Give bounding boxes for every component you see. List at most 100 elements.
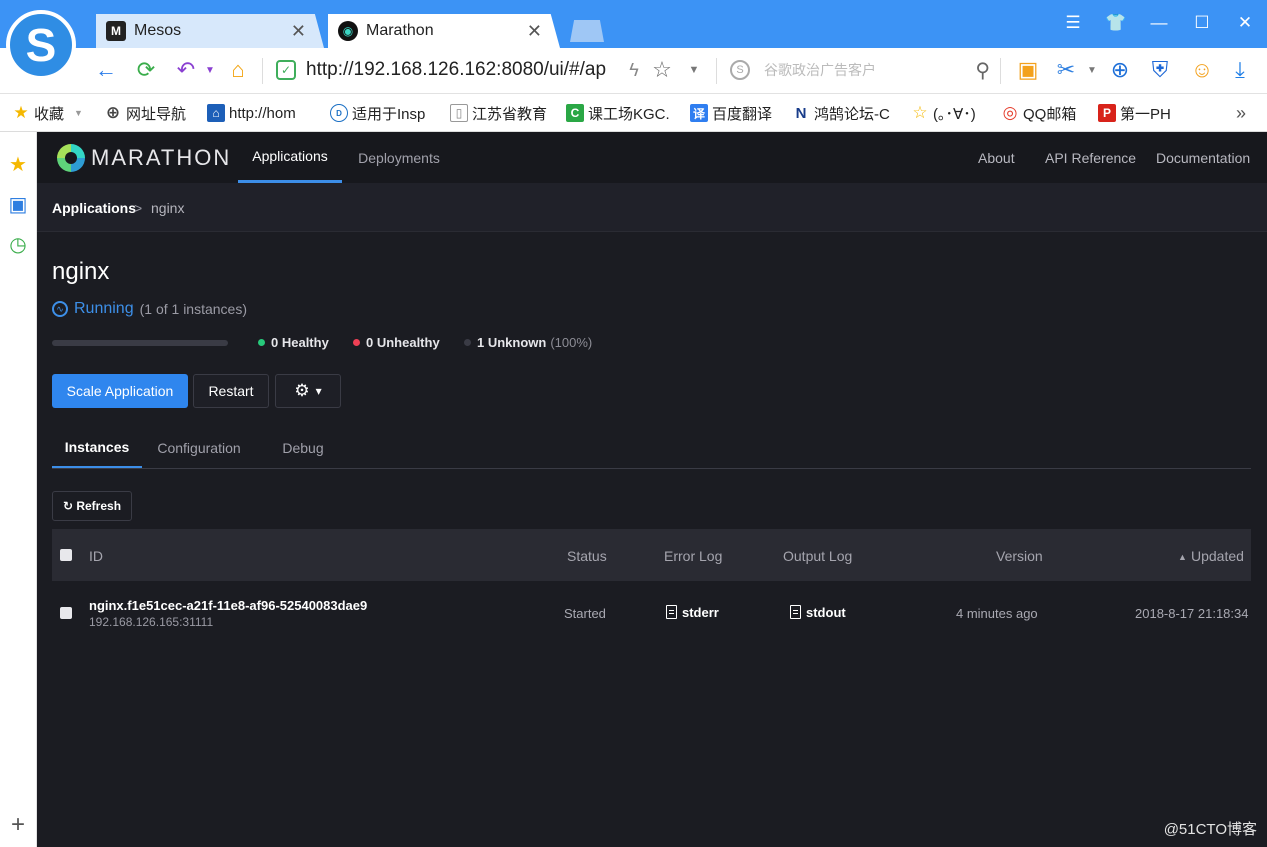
screenshot-icon[interactable]: ▣ [1014, 56, 1042, 84]
bookmark-item[interactable]: C 课工场KGC. [566, 103, 670, 123]
bookmarks-more-icon[interactable]: » [1236, 103, 1246, 123]
bookmark-label: 收藏 [34, 105, 65, 123]
divider [716, 58, 717, 84]
column-status[interactable]: Status [567, 548, 607, 564]
add-icon[interactable]: + [6, 811, 30, 838]
bookmark-item[interactable]: ▯ 江苏省教育 [450, 103, 547, 123]
row-checkbox[interactable] [60, 607, 72, 619]
stderr-label: stderr [682, 605, 719, 620]
home-icon[interactable]: ⌂ [224, 56, 252, 84]
star-outline-icon: ☆ [912, 103, 928, 122]
bookmark-item[interactable]: ⌂ http://hom [207, 103, 296, 123]
watermark: @51CTO博客 [1163, 821, 1257, 838]
scissors-icon[interactable]: ✂ [1052, 56, 1080, 84]
column-error-log[interactable]: Error Log [664, 548, 722, 564]
api-reference-link[interactable]: API Reference [1045, 150, 1136, 166]
tab-marathon[interactable]: ◉ Marathon ✕ [328, 14, 560, 48]
search-box[interactable]: S 谷歌政治广告客户 ⚲ [726, 54, 998, 86]
bookmark-label: 百度翻译 [712, 105, 773, 123]
running-icon: ∿ [52, 301, 68, 317]
column-updated[interactable]: Updated [1191, 548, 1244, 564]
restart-button[interactable]: Restart [193, 374, 269, 408]
bookmark-item[interactable]: ⊕ 网址导航 [104, 103, 186, 123]
marathon-favicon-icon: ◉ [338, 21, 358, 41]
bookmark-item[interactable]: ◎ QQ邮箱 [1001, 103, 1077, 123]
scissors-dropdown-icon[interactable]: ▼ [1078, 56, 1106, 84]
close-tab-icon[interactable]: ✕ [527, 21, 542, 42]
scale-application-button[interactable]: Scale Application [52, 374, 188, 408]
gear-icon: ⚙ [294, 381, 310, 400]
close-icon[interactable]: ✕ [1230, 10, 1260, 36]
lightning-icon[interactable]: ϟ [620, 56, 648, 84]
tab-debug[interactable]: Debug [273, 427, 333, 469]
back-icon[interactable]: ← [92, 56, 120, 84]
skin-icon[interactable]: 👕 [1101, 10, 1131, 36]
dell-icon: D [330, 104, 348, 122]
favorites-star-icon[interactable]: ★ [6, 152, 30, 176]
tab-deployments[interactable]: Deployments [347, 132, 451, 183]
kgc-icon: C [566, 104, 584, 122]
url-text[interactable]: http://192.168.126.162:8080/ui/#/ap [306, 59, 626, 81]
documentation-link[interactable]: Documentation [1156, 150, 1250, 166]
new-tab-button[interactable] [570, 20, 604, 42]
refresh-button[interactable]: ↻ Refresh [52, 491, 132, 521]
bookmark-label: http://hom [229, 104, 296, 122]
instance-id[interactable]: nginx.f1e51cec-a21f-11e8-af96-52540083da… [89, 598, 367, 613]
unknown-percent: (100%) [550, 335, 593, 350]
stdout-link[interactable]: stdout [790, 605, 846, 620]
stderr-link[interactable]: stderr [666, 605, 719, 620]
health-progress-bar [52, 340, 228, 346]
maximize-icon[interactable]: ☐ [1187, 10, 1217, 36]
column-version[interactable]: Version [996, 548, 1043, 564]
search-placeholder[interactable]: 谷歌政治广告客户 [764, 60, 876, 80]
bookmark-item[interactable]: N 鸿鹄论坛-C [792, 103, 890, 123]
bookmark-item[interactable]: P 第一PH [1098, 103, 1171, 123]
smiley-icon[interactable]: ☺ [1188, 56, 1216, 84]
minimize-icon[interactable]: — [1144, 10, 1174, 36]
breadcrumb-separator-icon: > [134, 200, 143, 216]
search-icon[interactable]: ⚲ [975, 58, 990, 83]
undo-dropdown-icon[interactable]: ▼ [196, 56, 224, 84]
healthy-dot-icon [258, 339, 265, 346]
bookmark-label: 适用于Insp [352, 105, 426, 123]
column-output-log[interactable]: Output Log [783, 548, 852, 564]
menu-icon[interactable]: ☰ [1058, 10, 1088, 36]
forum-icon: N [792, 104, 810, 122]
address-dropdown-icon[interactable]: ▼ [680, 56, 708, 84]
healthy-label: 0 Healthy [271, 335, 329, 350]
close-tab-icon[interactable]: ✕ [291, 21, 306, 42]
stdout-label: stdout [806, 605, 846, 620]
column-id[interactable]: ID [89, 548, 103, 564]
browser-titlebar: M Mesos ✕ ◉ Marathon ✕ ☰ 👕 — ☐ ✕ [0, 0, 1267, 48]
bookmark-item[interactable]: D 适用于Insp [330, 103, 425, 123]
tab-label: Mesos [134, 22, 182, 39]
table-row[interactable]: nginx.f1e51cec-a21f-11e8-af96-52540083da… [52, 581, 1251, 645]
shield-icon[interactable]: ⛨ [1146, 56, 1174, 84]
tab-configuration[interactable]: Configuration [151, 427, 247, 469]
instance-version: 4 minutes ago [956, 606, 1038, 621]
download-icon[interactable]: ⤓ [1226, 56, 1254, 84]
chevron-down-icon[interactable]: ▼ [74, 108, 83, 118]
browser-logo-icon: S [6, 10, 76, 80]
bookmark-label: 第一PH [1120, 105, 1171, 123]
bookmark-item[interactable]: 译 百度翻译 [690, 103, 772, 123]
history-clock-icon[interactable]: ◷ [6, 232, 30, 256]
tab-mesos[interactable]: M Mesos ✕ [96, 14, 324, 48]
bookmark-favorites[interactable]: ★ 收藏 ▼ [12, 103, 83, 123]
breadcrumb-applications[interactable]: Applications [52, 200, 136, 216]
instance-host[interactable]: 192.168.126.165:31111 [89, 615, 213, 629]
tablet-icon[interactable]: ▣ [6, 192, 30, 216]
reload-icon[interactable]: ⟳ [132, 56, 160, 84]
tab-applications[interactable]: Applications [238, 132, 342, 183]
settings-dropdown-button[interactable]: ⚙ ▾ [275, 374, 341, 408]
zoom-icon[interactable]: ⊕ [1106, 56, 1134, 84]
about-link[interactable]: About [978, 150, 1015, 166]
star-bookmark-icon[interactable]: ☆ [648, 56, 676, 84]
bookmark-item[interactable]: ☆ (｡･∀･) [911, 103, 975, 123]
tab-instances[interactable]: Instances [52, 427, 142, 469]
sort-ascending-icon[interactable]: ▲ [1178, 552, 1187, 562]
search-engine-icon[interactable]: S [730, 60, 750, 80]
marathon-logo-icon[interactable] [57, 144, 85, 172]
brand-name[interactable]: MARATHON [91, 145, 231, 171]
select-all-checkbox[interactable] [60, 549, 72, 561]
